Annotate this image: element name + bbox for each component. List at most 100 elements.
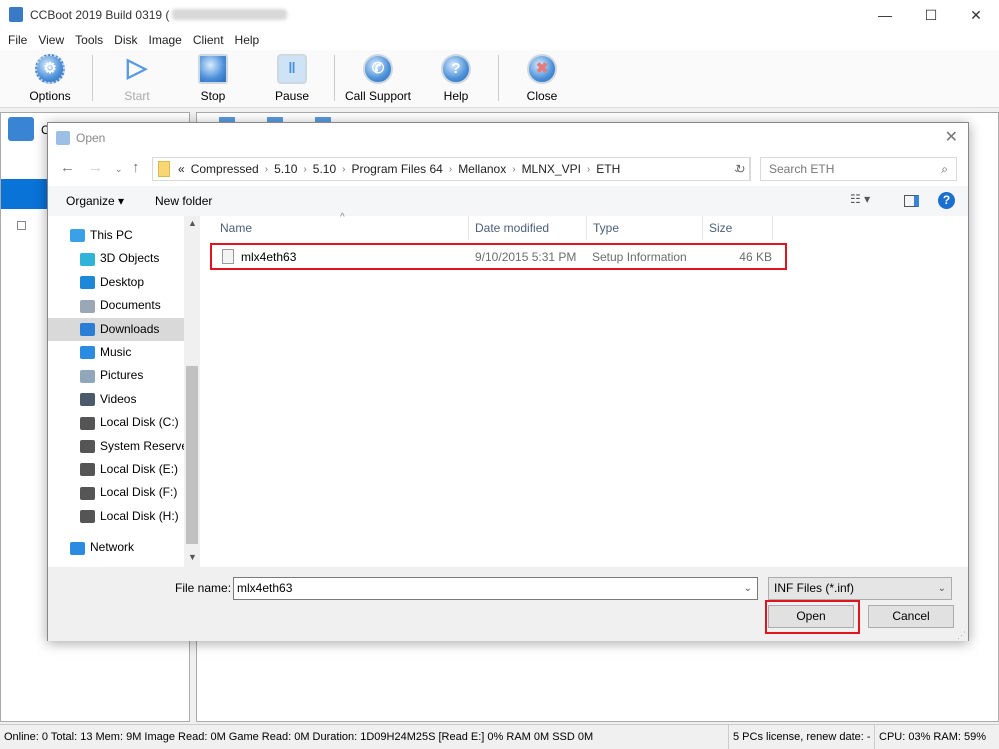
file-name-label: File name: <box>175 581 232 595</box>
menu-file[interactable]: File <box>8 30 27 50</box>
close-button[interactable]: ✖ Close <box>502 54 582 103</box>
stop-button[interactable]: Stop <box>173 54 253 103</box>
nav-item[interactable]: Music <box>48 341 184 364</box>
close-window-button[interactable]: ✕ <box>962 4 990 26</box>
menu-disk[interactable]: Disk <box>114 30 137 50</box>
menu-image[interactable]: Image <box>149 30 182 50</box>
file-name-value: mlx4eth63 <box>237 581 293 595</box>
column-header-date[interactable]: Date modified <box>469 216 587 240</box>
up-button[interactable]: ↑ <box>132 159 140 176</box>
breadcrumb-item[interactable]: 5.10 <box>313 162 336 176</box>
options-button[interactable]: ⚙ Options <box>10 54 90 103</box>
organize-button[interactable]: Organize ▾ <box>66 194 124 208</box>
nav-item-label: Downloads <box>100 321 160 336</box>
nav-item-icon <box>80 463 95 477</box>
nav-item-label: 3D Objects <box>100 251 160 266</box>
nav-item[interactable]: Videos <box>48 388 184 411</box>
nav-item-icon <box>80 346 95 360</box>
nav-item[interactable]: 3D Objects <box>48 247 184 270</box>
nav-item-label: Pictures <box>100 368 144 383</box>
nav-item-icon <box>80 369 95 383</box>
collapse-icon[interactable] <box>17 221 26 230</box>
dialog-close-button[interactable]: ✕ <box>945 127 958 147</box>
breadcrumb-item[interactable]: MLNX_VPI <box>522 162 581 176</box>
phone-icon: ✆ <box>363 54 393 84</box>
nav-item[interactable]: Local Disk (E:) <box>48 458 184 481</box>
nav-item[interactable]: Pictures <box>48 364 184 387</box>
app-title: CCBoot 2019 Build 0319 ( <box>30 8 170 22</box>
highlight-box <box>210 243 787 270</box>
address-bar[interactable]: « Compressed › 5.10 › 5.10 › Program Files … <box>152 157 750 181</box>
nav-item-icon <box>80 276 95 290</box>
nav-item-label: System Reserved <box>100 438 184 453</box>
menu-help[interactable]: Help <box>235 30 260 50</box>
menu-tools[interactable]: Tools <box>75 30 103 50</box>
nav-item[interactable]: System Reserved <box>48 435 184 458</box>
back-button[interactable]: ← <box>60 159 75 176</box>
play-icon: ▷ <box>127 52 147 82</box>
search-icon[interactable]: ⌕ <box>941 158 948 180</box>
nav-item-icon <box>70 229 85 243</box>
breadcrumb-item[interactable]: ETH <box>596 162 620 176</box>
scroll-up-icon[interactable]: ▲ <box>188 218 197 228</box>
chevron-down-icon: ⌄ <box>937 583 946 594</box>
file-type-filter[interactable]: INF Files (*.inf) ⌄ <box>768 577 952 600</box>
breadcrumb-item[interactable]: Mellanox <box>458 162 506 176</box>
column-header-type[interactable]: Type <box>587 216 703 240</box>
menu-client[interactable]: Client <box>193 30 224 50</box>
folder-icon <box>158 161 170 177</box>
help-icon: ? <box>441 54 471 84</box>
nav-scrollbar-thumb[interactable] <box>186 366 198 544</box>
help-button[interactable]: ? Help <box>416 54 496 103</box>
nav-item-label: Network <box>90 540 135 555</box>
minimize-button[interactable]: — <box>871 4 899 26</box>
start-button[interactable]: ▷ Start <box>97 54 177 103</box>
pause-button[interactable]: ‖ Pause <box>252 54 332 103</box>
call-support-button[interactable]: ✆ Call Support <box>338 54 418 103</box>
stop-label: Stop <box>200 89 226 103</box>
cancel-button[interactable]: Cancel <box>868 605 954 628</box>
breadcrumb-item[interactable]: Compressed <box>191 162 259 176</box>
preview-pane-icon[interactable] <box>904 195 919 207</box>
nav-item-label: Desktop <box>100 274 145 289</box>
nav-item[interactable]: Desktop <box>48 271 184 294</box>
close-icon: ✖ <box>527 54 557 84</box>
chevron-down-icon[interactable]: ⌄ <box>744 578 752 599</box>
view-options-icon[interactable]: ☷ ▾ <box>850 192 870 206</box>
nav-item-icon <box>80 252 95 266</box>
recent-dropdown[interactable]: ⌄ <box>115 164 123 175</box>
nav-item-icon <box>80 416 95 430</box>
maximize-button[interactable]: ☐ <box>917 4 945 26</box>
search-input[interactable]: Search ETH ⌕ <box>760 157 957 181</box>
nav-item[interactable]: Local Disk (C:) <box>48 411 184 434</box>
new-folder-button[interactable]: New folder <box>155 194 212 208</box>
refresh-button[interactable]: ↻ <box>731 157 751 181</box>
file-name-input[interactable]: mlx4eth63 ⌄ <box>233 577 758 600</box>
stop-icon <box>198 54 228 84</box>
help-icon[interactable]: ? <box>938 192 955 209</box>
nav-item-icon <box>80 393 95 407</box>
start-label: Start <box>124 89 150 103</box>
scroll-down-icon[interactable]: ▼ <box>188 552 197 562</box>
close-label: Close <box>526 89 558 103</box>
column-header-size[interactable]: Size <box>703 216 773 240</box>
nav-item[interactable]: Local Disk (F:) <box>48 481 184 504</box>
column-header-name[interactable]: Name <box>214 216 469 240</box>
search-placeholder: Search ETH <box>769 162 835 176</box>
nav-item[interactable]: Network <box>48 536 184 559</box>
nav-item[interactable]: Downloads <box>48 317 184 341</box>
nav-item[interactable]: Documents <box>48 294 184 317</box>
breadcrumb-item[interactable]: 5.10 <box>274 162 297 176</box>
breadcrumb-item[interactable]: Program Files 64 <box>351 162 442 176</box>
nav-item-label: Documents <box>100 298 161 313</box>
nav-item[interactable]: Local Disk (H:) <box>48 505 184 528</box>
resize-grip[interactable]: ⋰ <box>957 630 966 641</box>
tree-item-selected[interactable] <box>1 179 48 209</box>
menu-view[interactable]: View <box>38 30 64 50</box>
forward-button[interactable]: → <box>88 159 103 176</box>
status-bar: Online: 0 Total: 13 Mem: 9M Image Read: … <box>0 724 999 749</box>
breadcrumb-overflow[interactable]: « <box>178 162 185 176</box>
nav-item-label: Music <box>100 345 132 359</box>
nav-item[interactable]: This PC <box>48 224 184 247</box>
highlight-box <box>765 600 860 634</box>
